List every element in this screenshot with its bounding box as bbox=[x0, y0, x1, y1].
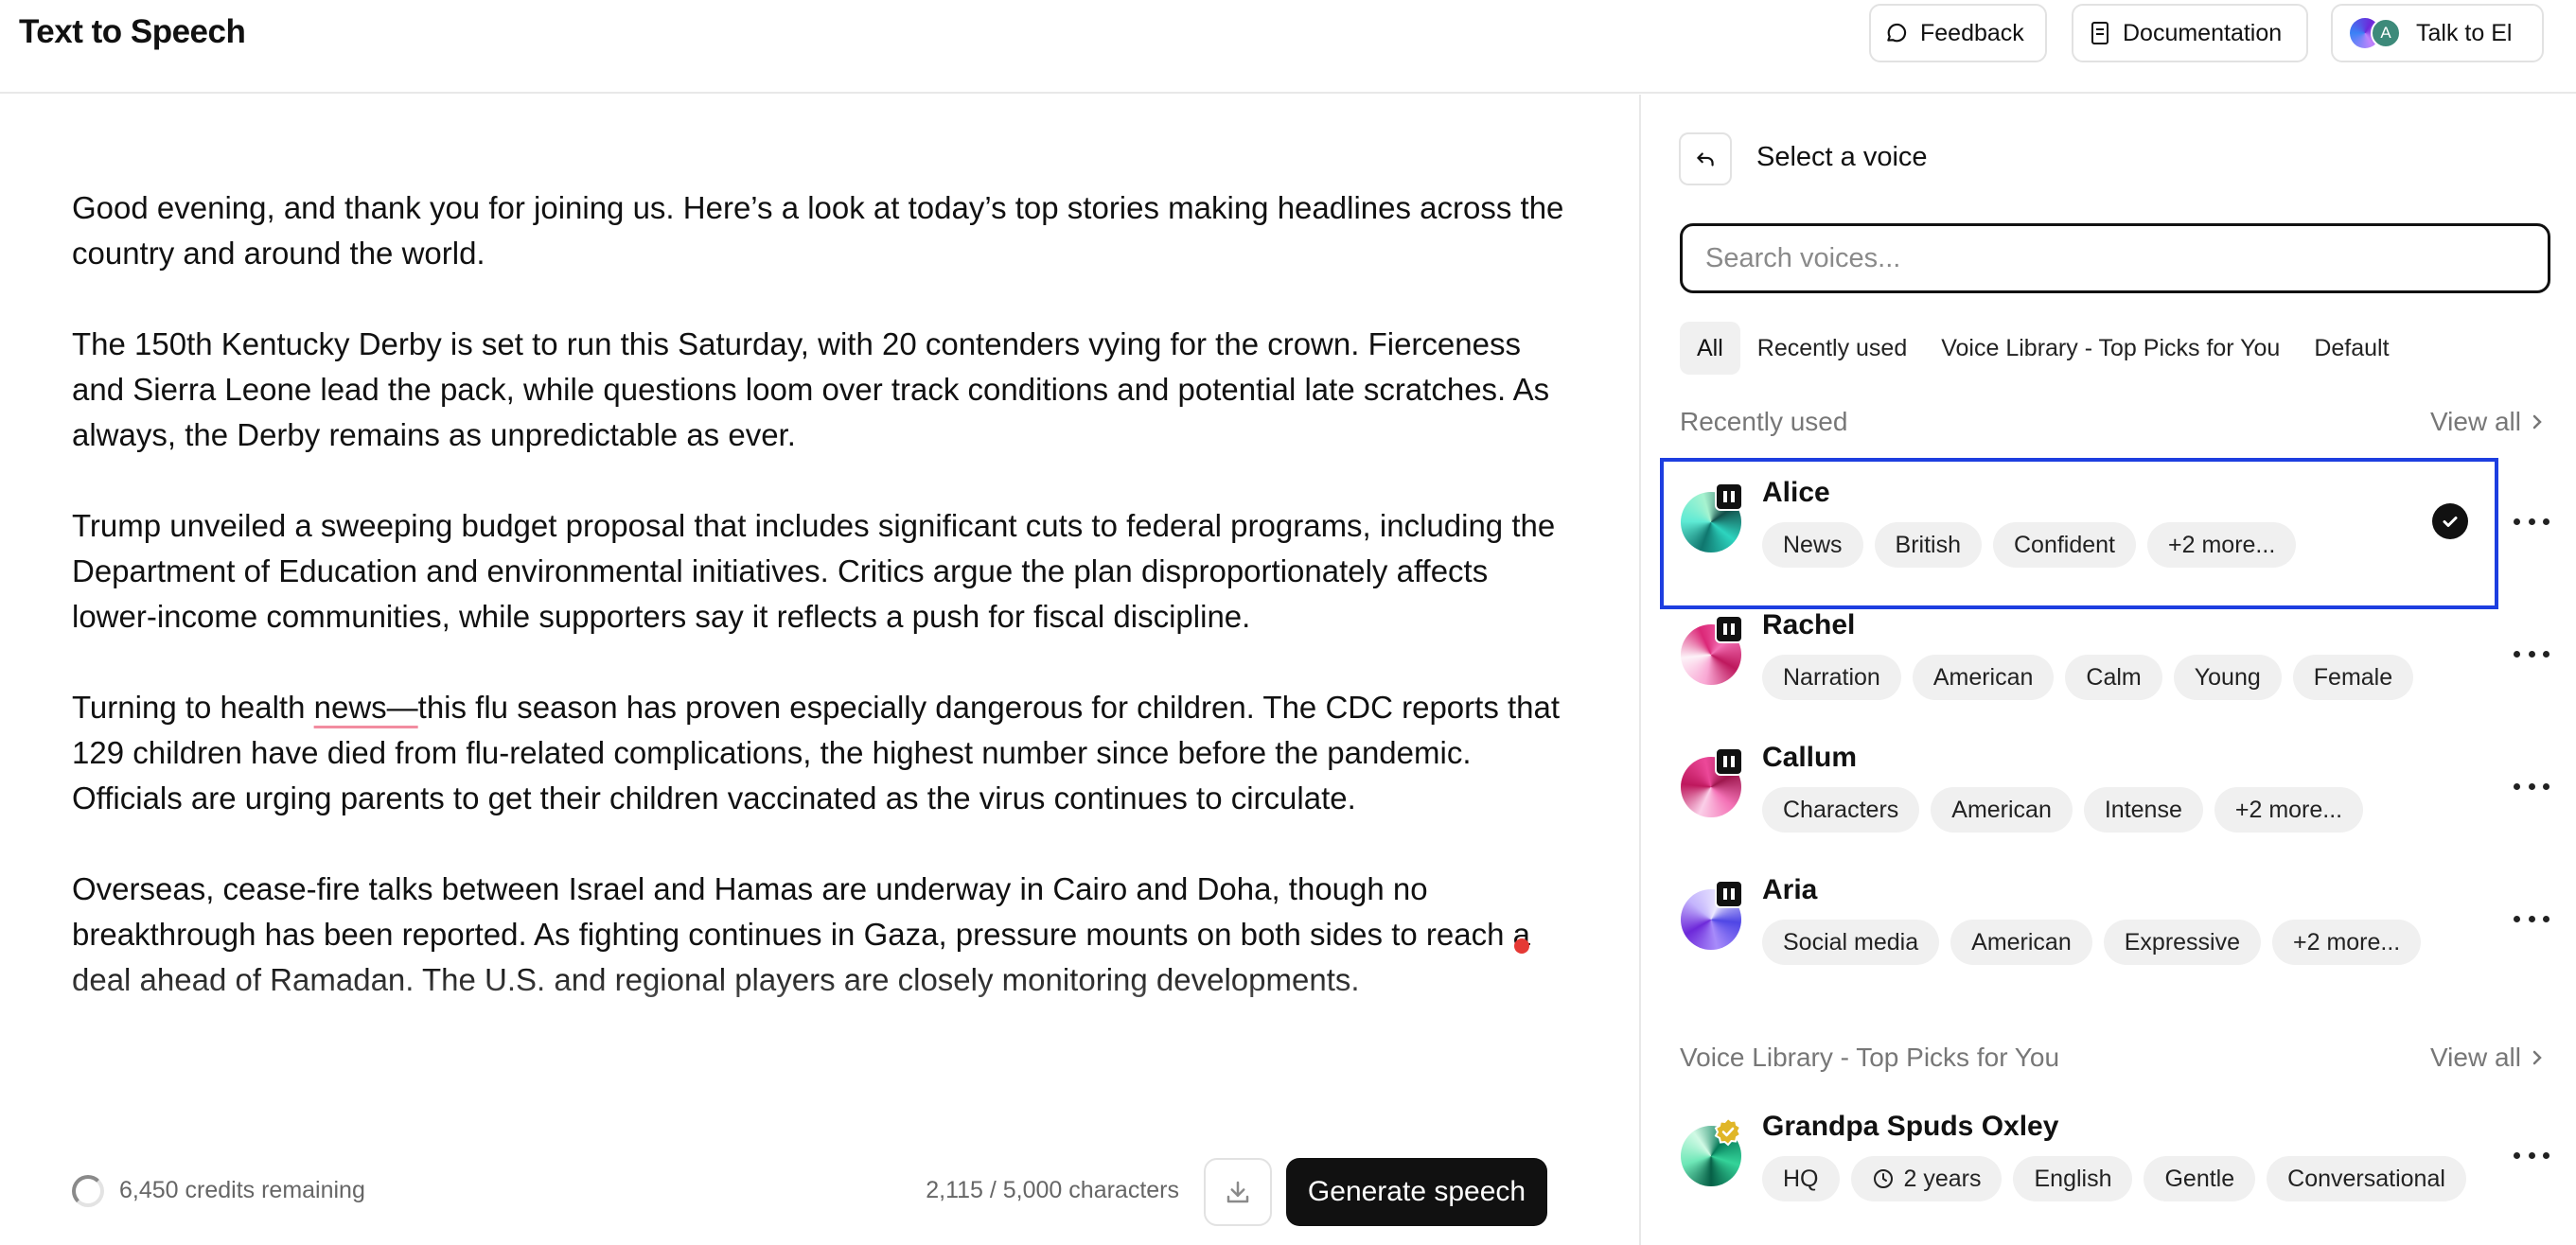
filter-top-picks[interactable]: Voice Library - Top Picks for You bbox=[1924, 322, 2297, 375]
voice-tags: News British Confident +2 more... bbox=[1762, 522, 2297, 568]
documentation-button[interactable]: Documentation bbox=[2072, 4, 2308, 62]
credits-progress-icon bbox=[72, 1175, 104, 1207]
user-avatar: A bbox=[2371, 18, 2401, 48]
recording-dot bbox=[1514, 938, 1529, 954]
generate-speech-button[interactable]: Generate speech bbox=[1286, 1158, 1547, 1226]
text-editor-panel: Good evening, and thank you for joining … bbox=[0, 95, 1639, 1245]
voice-tag: Social media bbox=[1762, 920, 1940, 965]
voice-name: Rachel bbox=[1762, 609, 1856, 640]
filter-default[interactable]: Default bbox=[2297, 322, 2406, 375]
pause-icon[interactable] bbox=[1715, 482, 1743, 511]
page-title: Text to Speech bbox=[19, 13, 246, 50]
pause-icon[interactable] bbox=[1715, 747, 1743, 776]
voice-age-label: 2 years bbox=[1903, 1165, 1982, 1192]
voice-tag: Calm bbox=[2065, 655, 2162, 700]
more-options-icon[interactable] bbox=[2514, 507, 2550, 535]
paragraph-5: Overseas, cease-fire talks between Israe… bbox=[72, 871, 1530, 997]
talk-to-el-button[interactable]: A Talk to El bbox=[2331, 4, 2544, 62]
voice-row-grandpa-spuds-oxley[interactable]: Grandpa Spuds Oxley HQ 2 years English G… bbox=[1660, 1092, 2559, 1224]
paragraph-2: The 150th Kentucky Derby is set to run t… bbox=[72, 326, 1550, 452]
recently-used-heading: Recently used bbox=[1680, 407, 1848, 436]
document-icon bbox=[2091, 22, 2108, 44]
voice-name: Aria bbox=[1762, 874, 1818, 905]
voice-row-aria[interactable]: Aria Social media American Expressive +2… bbox=[1660, 855, 2559, 988]
more-options-icon[interactable] bbox=[2514, 904, 2550, 933]
voice-tag: HQ bbox=[1762, 1156, 1840, 1201]
filter-all[interactable]: All bbox=[1680, 322, 1740, 375]
voice-row-alice[interactable]: Alice News British Confident +2 more... bbox=[1660, 458, 2559, 609]
voice-name: Grandpa Spuds Oxley bbox=[1762, 1111, 2059, 1142]
voice-tags: Narration American Calm Young Female bbox=[1762, 655, 2414, 700]
paragraph-4-start: Turning to health bbox=[72, 690, 314, 725]
voice-tag: Expressive bbox=[2103, 920, 2261, 965]
more-options-icon[interactable] bbox=[2514, 640, 2550, 668]
more-options-icon[interactable] bbox=[2514, 772, 2550, 800]
voice-tags: Characters American Intense +2 more... bbox=[1762, 787, 2364, 833]
voice-tags: HQ 2 years English Gentle Conversational bbox=[1762, 1156, 2466, 1201]
voice-name: Callum bbox=[1762, 742, 1858, 773]
paragraph-3: Trump unveiled a sweeping budget proposa… bbox=[72, 508, 1556, 634]
more-tags[interactable]: +2 more... bbox=[2214, 787, 2364, 833]
filter-recently-used[interactable]: Recently used bbox=[1740, 322, 1924, 375]
more-tags[interactable]: +2 more... bbox=[2272, 920, 2422, 965]
top-picks-heading: Voice Library - Top Picks for You bbox=[1680, 1043, 2060, 1072]
panel-title: Select a voice bbox=[1756, 142, 1928, 172]
voice-tag: English bbox=[2013, 1156, 2133, 1201]
chat-bubble-icon bbox=[1887, 23, 1907, 43]
voice-tag: Gentle bbox=[2144, 1156, 2256, 1201]
search-voices-input[interactable] bbox=[1680, 223, 2550, 293]
spellcheck-word[interactable]: news— bbox=[314, 690, 418, 725]
editor-footer: 6,450 credits remaining 2,115 / 5,000 ch… bbox=[0, 1097, 1639, 1245]
download-icon bbox=[1226, 1181, 1249, 1203]
voice-tags: Social media American Expressive +2 more… bbox=[1762, 920, 2422, 965]
recently-used-view-all[interactable]: View all bbox=[2430, 407, 2544, 437]
voice-filter-tabs: All Recently used Voice Library - Top Pi… bbox=[1680, 322, 2407, 375]
voice-name: Alice bbox=[1762, 477, 1830, 508]
download-button[interactable] bbox=[1204, 1158, 1272, 1226]
voice-tag: American bbox=[1950, 920, 2092, 965]
documentation-label: Documentation bbox=[2123, 19, 2283, 46]
back-button[interactable] bbox=[1679, 132, 1732, 185]
clock-icon bbox=[1873, 1169, 1893, 1188]
selected-check-icon bbox=[2432, 503, 2468, 539]
chevron-right-icon bbox=[2532, 414, 2542, 430]
more-options-icon[interactable] bbox=[2514, 1141, 2550, 1169]
voice-tag: American bbox=[1912, 655, 2055, 700]
more-tags[interactable]: +2 more... bbox=[2147, 522, 2297, 568]
voice-tag-age: 2 years bbox=[1850, 1156, 2003, 1201]
pause-icon[interactable] bbox=[1715, 615, 1743, 643]
agent-avatars: A bbox=[2350, 17, 2403, 49]
text-input-area[interactable]: Good evening, and thank you for joining … bbox=[72, 185, 1567, 1167]
chevron-right-icon bbox=[2532, 1050, 2542, 1065]
voice-row-callum[interactable]: Callum Characters American Intense +2 mo… bbox=[1660, 723, 2559, 855]
voice-tag: News bbox=[1762, 522, 1863, 568]
paragraph-1: Good evening, and thank you for joining … bbox=[72, 190, 1564, 271]
voice-selector-panel: Select a voice All Recently used Voice L… bbox=[1639, 95, 2576, 1245]
view-all-label: View all bbox=[2430, 407, 2521, 436]
voice-tag: Young bbox=[2173, 655, 2282, 700]
back-arrow-icon bbox=[1697, 152, 1714, 167]
character-count: 2,115 / 5,000 characters bbox=[926, 1177, 1179, 1203]
voice-tag: Conversational bbox=[2267, 1156, 2466, 1201]
view-all-label: View all bbox=[2430, 1043, 2521, 1072]
voice-tag: Intense bbox=[2083, 787, 2203, 833]
pause-icon[interactable] bbox=[1715, 880, 1743, 908]
top-header: Text to Speech Feedback Documentation A … bbox=[0, 0, 2576, 94]
feedback-label: Feedback bbox=[1920, 19, 2024, 46]
voice-tag: Female bbox=[2292, 655, 2414, 700]
voice-tag: Narration bbox=[1762, 655, 1901, 700]
voice-tag: British bbox=[1874, 522, 1982, 568]
voice-tag: Confident bbox=[1992, 522, 2137, 568]
paragraph-4: Turning to health news—this flu season h… bbox=[72, 685, 1567, 821]
voice-row-rachel[interactable]: Rachel Narration American Calm Young Fem… bbox=[1660, 590, 2559, 723]
voice-tag: Characters bbox=[1762, 787, 1920, 833]
top-picks-view-all[interactable]: View all bbox=[2430, 1043, 2544, 1073]
credits-remaining: 6,450 credits remaining bbox=[119, 1177, 365, 1203]
feedback-button[interactable]: Feedback bbox=[1869, 4, 2047, 62]
verified-badge-icon bbox=[1714, 1116, 1742, 1147]
talk-label: Talk to El bbox=[2416, 19, 2513, 46]
voice-tag: American bbox=[1931, 787, 2073, 833]
